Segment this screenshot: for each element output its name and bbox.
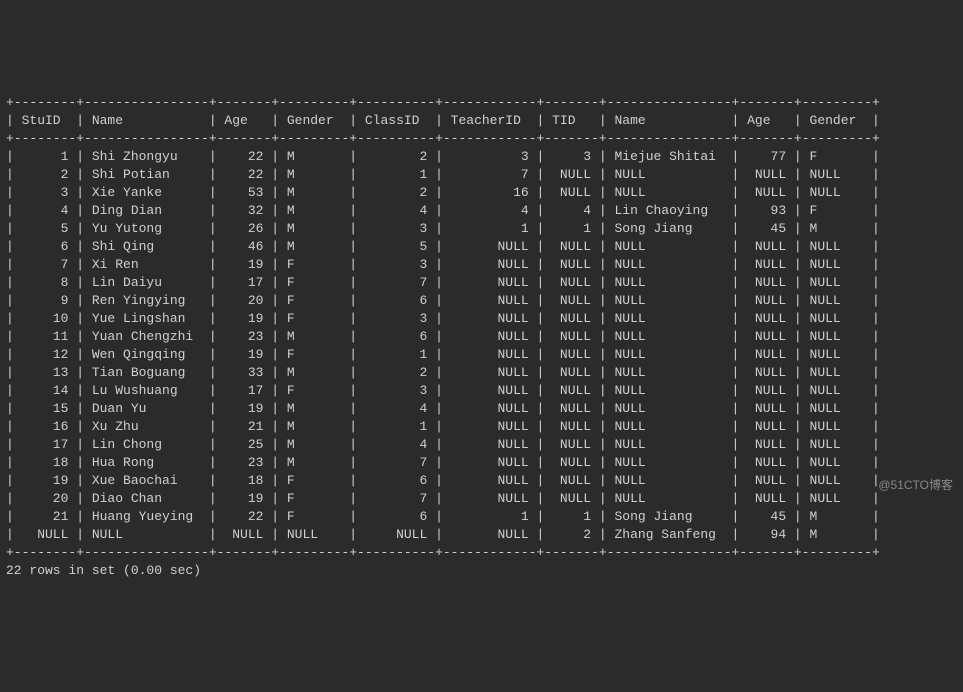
watermark: @51CTO博客 xyxy=(878,476,953,494)
terminal-output: +--------+----------------+-------+-----… xyxy=(0,90,963,584)
